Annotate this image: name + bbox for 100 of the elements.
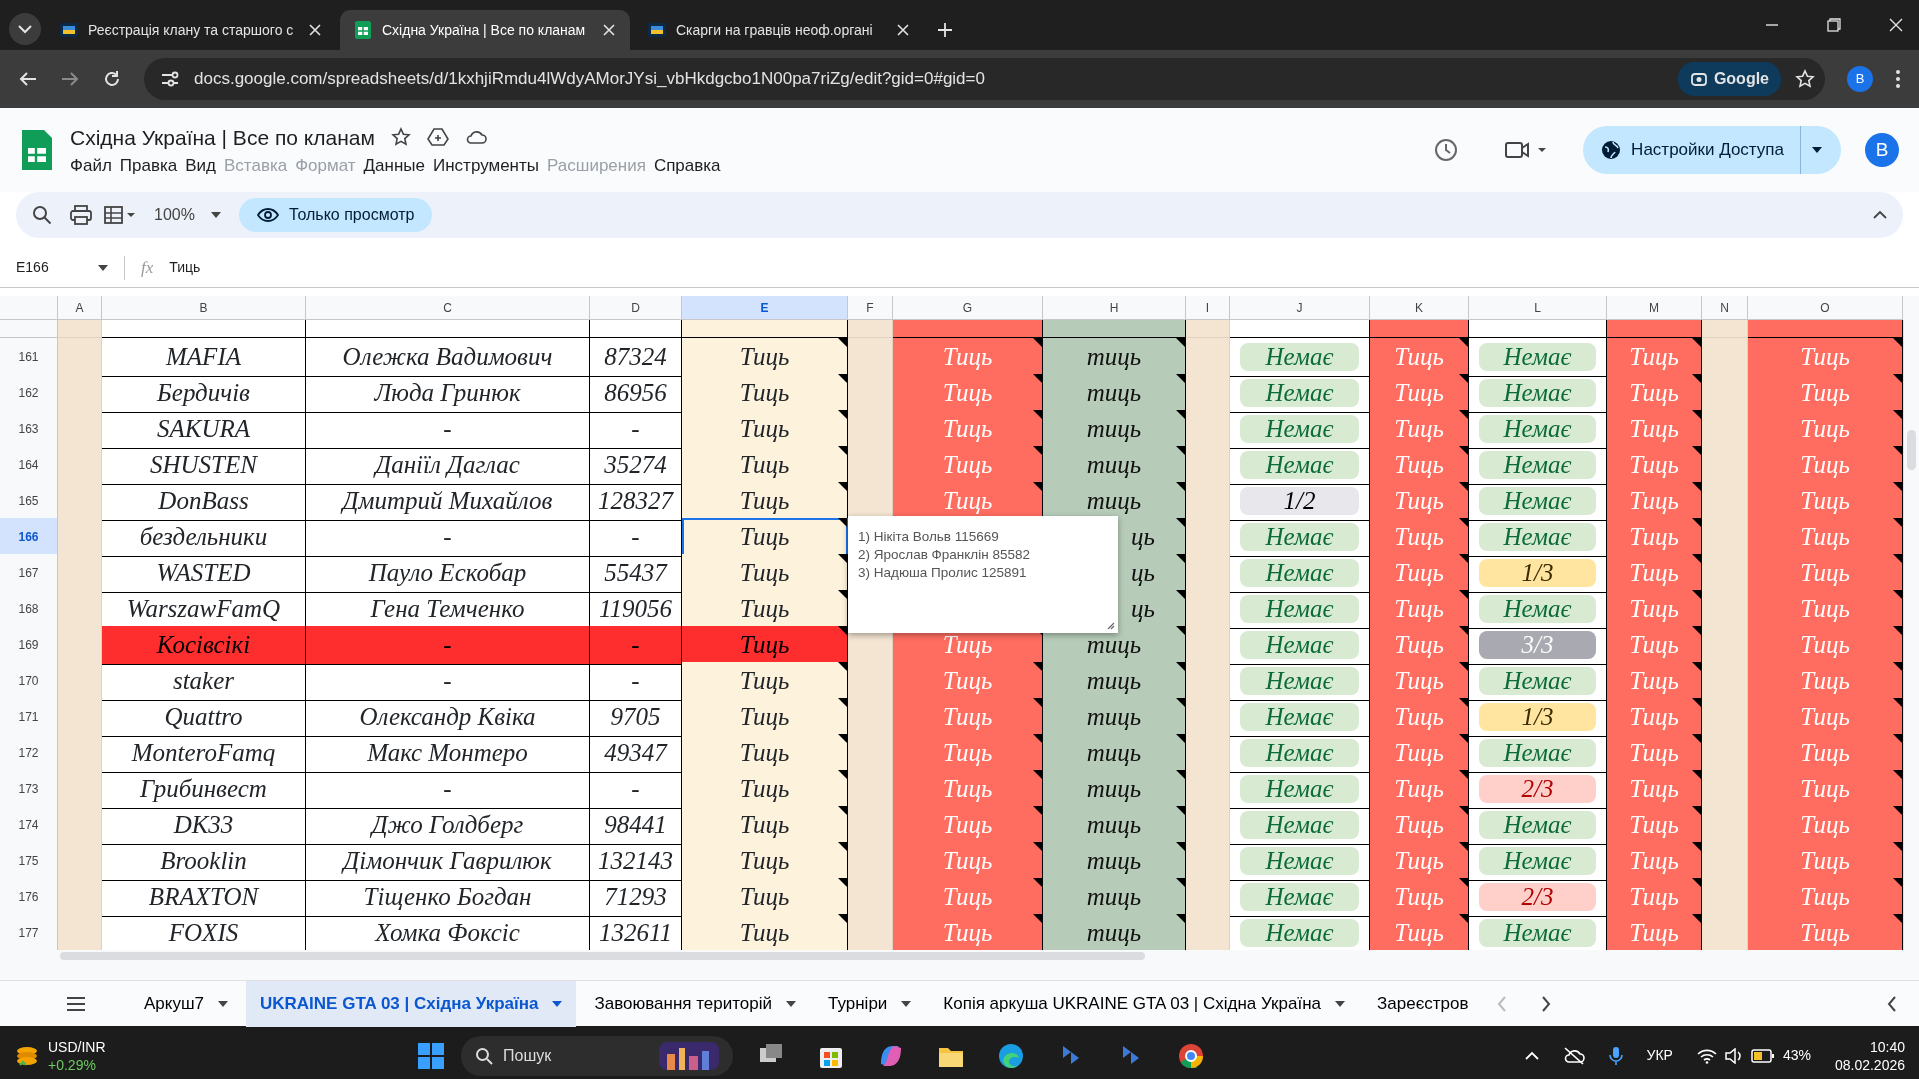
table-cell[interactable]: Тиць [682,518,848,557]
menu-item[interactable]: Вид [185,153,224,179]
row-number[interactable]: 161 [0,338,58,377]
browser-tab[interactable]: Східна Україна | Все по кланам [340,10,630,50]
table-cell: Тиць [1607,734,1702,773]
status-chip: Немає [1239,666,1360,695]
table-cell: Грибинвест [102,770,306,809]
table-cell: тиць [1043,734,1186,773]
table-cell: Тиць [1748,842,1903,881]
table-cell: Тиць [682,626,848,665]
table-cell: Тиць [1748,338,1903,377]
browser-tab[interactable]: Реєстрація клану та старшого с [46,10,336,50]
taskbar-search[interactable]: Пошук [461,1035,734,1076]
row-number[interactable]: 163 [0,410,58,449]
document-title[interactable]: Східна Україна | Все по кланам [70,121,375,153]
row-number[interactable]: 174 [0,806,58,845]
ticker-name: USD/INR [48,1037,106,1056]
row-number[interactable]: 170 [0,662,58,701]
table-cell: Тиць [1748,482,1903,521]
table-cell: DonBass [102,482,306,521]
table-cell: Олександр Квіка [306,698,590,737]
row-number[interactable]: 173 [0,770,58,809]
view-only-button[interactable]: Только просмотр [238,198,433,232]
row-number[interactable]: 176 [0,878,58,917]
ticker-change: +0.29% [48,1055,97,1074]
table-cell: Тиць [893,842,1043,881]
table-cell: Тиць [893,662,1043,701]
table-cell: Тиць [1370,518,1469,557]
status-chip: Немає [1239,774,1360,803]
table-cell: Тиць [1607,842,1702,881]
table-cell: Косівсікі [102,626,306,665]
table-cell: Тиць [893,878,1043,917]
status-chip: Немає [1239,594,1360,623]
table-cell: Тиць [1607,878,1702,917]
menu-item[interactable]: Инструменты [433,153,547,179]
clock-date[interactable]: 08.02.2026 [1834,1055,1905,1074]
menu-item[interactable]: Файл [70,153,120,179]
sheet-tab[interactable]: Копія аркуша UKRAINE GTA 03 | Східна Україна [929,980,1359,1027]
row-number[interactable]: 166 [0,518,58,557]
column-header[interactable]: L [1469,296,1607,320]
status-chip: Немає [1478,810,1597,839]
account-avatar[interactable]: B [1865,133,1899,167]
table-cell: бездельники [102,518,306,557]
sheet-tab[interactable]: Турніри [814,980,926,1027]
column-header[interactable]: E [682,296,848,320]
name-box[interactable]: E166 [0,255,125,280]
status-chip: Немає [1239,702,1360,731]
table-cell: SAKURA [102,410,306,449]
table-cell: тиць [1043,482,1186,521]
row-number[interactable]: 162 [0,374,58,413]
table-cell: Тиць [1748,914,1903,950]
row-number[interactable]: 177 [0,914,58,950]
table-cell: Макс Монтеро [306,734,590,773]
table-cell: тиць [1043,410,1186,449]
menu-item[interactable]: Правка [119,153,186,179]
row-number[interactable]: 175 [0,842,58,881]
row-number[interactable]: 171 [0,698,58,737]
status-chip: Немає [1239,882,1360,911]
sheet-tab[interactable]: Завоювання територій [580,980,811,1027]
table-cell: Тиць [1748,770,1903,809]
sheet-tab[interactable]: Зареєстров [1363,980,1483,1027]
table-cell: Тиць [1607,806,1702,845]
share-button[interactable]: Настройки Доступа [1583,126,1841,174]
status-chip: Немає [1239,918,1360,947]
column-header[interactable]: C [306,296,590,320]
status-chip: 2/3 [1478,774,1597,803]
note-line: 1) Нікіта Вольв 115669 [858,528,1000,546]
browser-tab[interactable]: Скарги на гравців неоф.органі [634,10,924,50]
status-chip: 1/2 [1239,486,1360,515]
clock-time[interactable]: 10:40 [1869,1037,1905,1056]
zoom-select[interactable]: 100% [154,203,221,227]
row-number[interactable]: 165 [0,482,58,521]
column-header[interactable]: B [102,296,306,320]
row-number[interactable]: 167 [0,554,58,593]
table-cell: Тиць [1370,410,1469,449]
table-cell: Тиць [893,770,1043,809]
language-indicator[interactable]: УКР [1646,1045,1673,1066]
table-cell: Тиць [1607,338,1702,377]
status-chip: Немає [1239,522,1360,551]
table-cell: Тиць [893,698,1043,737]
row-number[interactable]: 169 [0,626,58,665]
table-cell: Тиць [682,734,848,773]
row-number[interactable]: 172 [0,734,58,773]
menu-item[interactable]: Справка [653,153,729,179]
column-header[interactable]: J [1230,296,1370,320]
status-chip: Немає [1478,846,1597,875]
table-cell: BRAXTON [102,878,306,917]
row-number[interactable]: 164 [0,446,58,485]
table-cell: Тиць [1607,446,1702,485]
table-cell: Тиць [1748,518,1903,557]
sheet-tab[interactable]: Аркуш7 [130,980,242,1027]
profile-avatar[interactable]: B [1847,66,1873,92]
table-cell: - [306,626,590,665]
table-cell: Даніїл Даглас [306,446,590,485]
url-text[interactable]: docs.google.com/spreadsheets/d/1kxhjiRmdu4lWdyAMorJYsi_vbHkdgcbo1N00pa7riZg/edit?gid=0#gid=0 [194,66,1664,92]
menu-item[interactable]: Данные [363,153,433,179]
lens-button[interactable]: Google [1677,62,1781,96]
formula-value[interactable]: Тиць [169,257,201,278]
sheet-tab[interactable]: UKRAINE GTA 03 | Східна Україна [246,980,577,1027]
row-number[interactable]: 168 [0,590,58,629]
